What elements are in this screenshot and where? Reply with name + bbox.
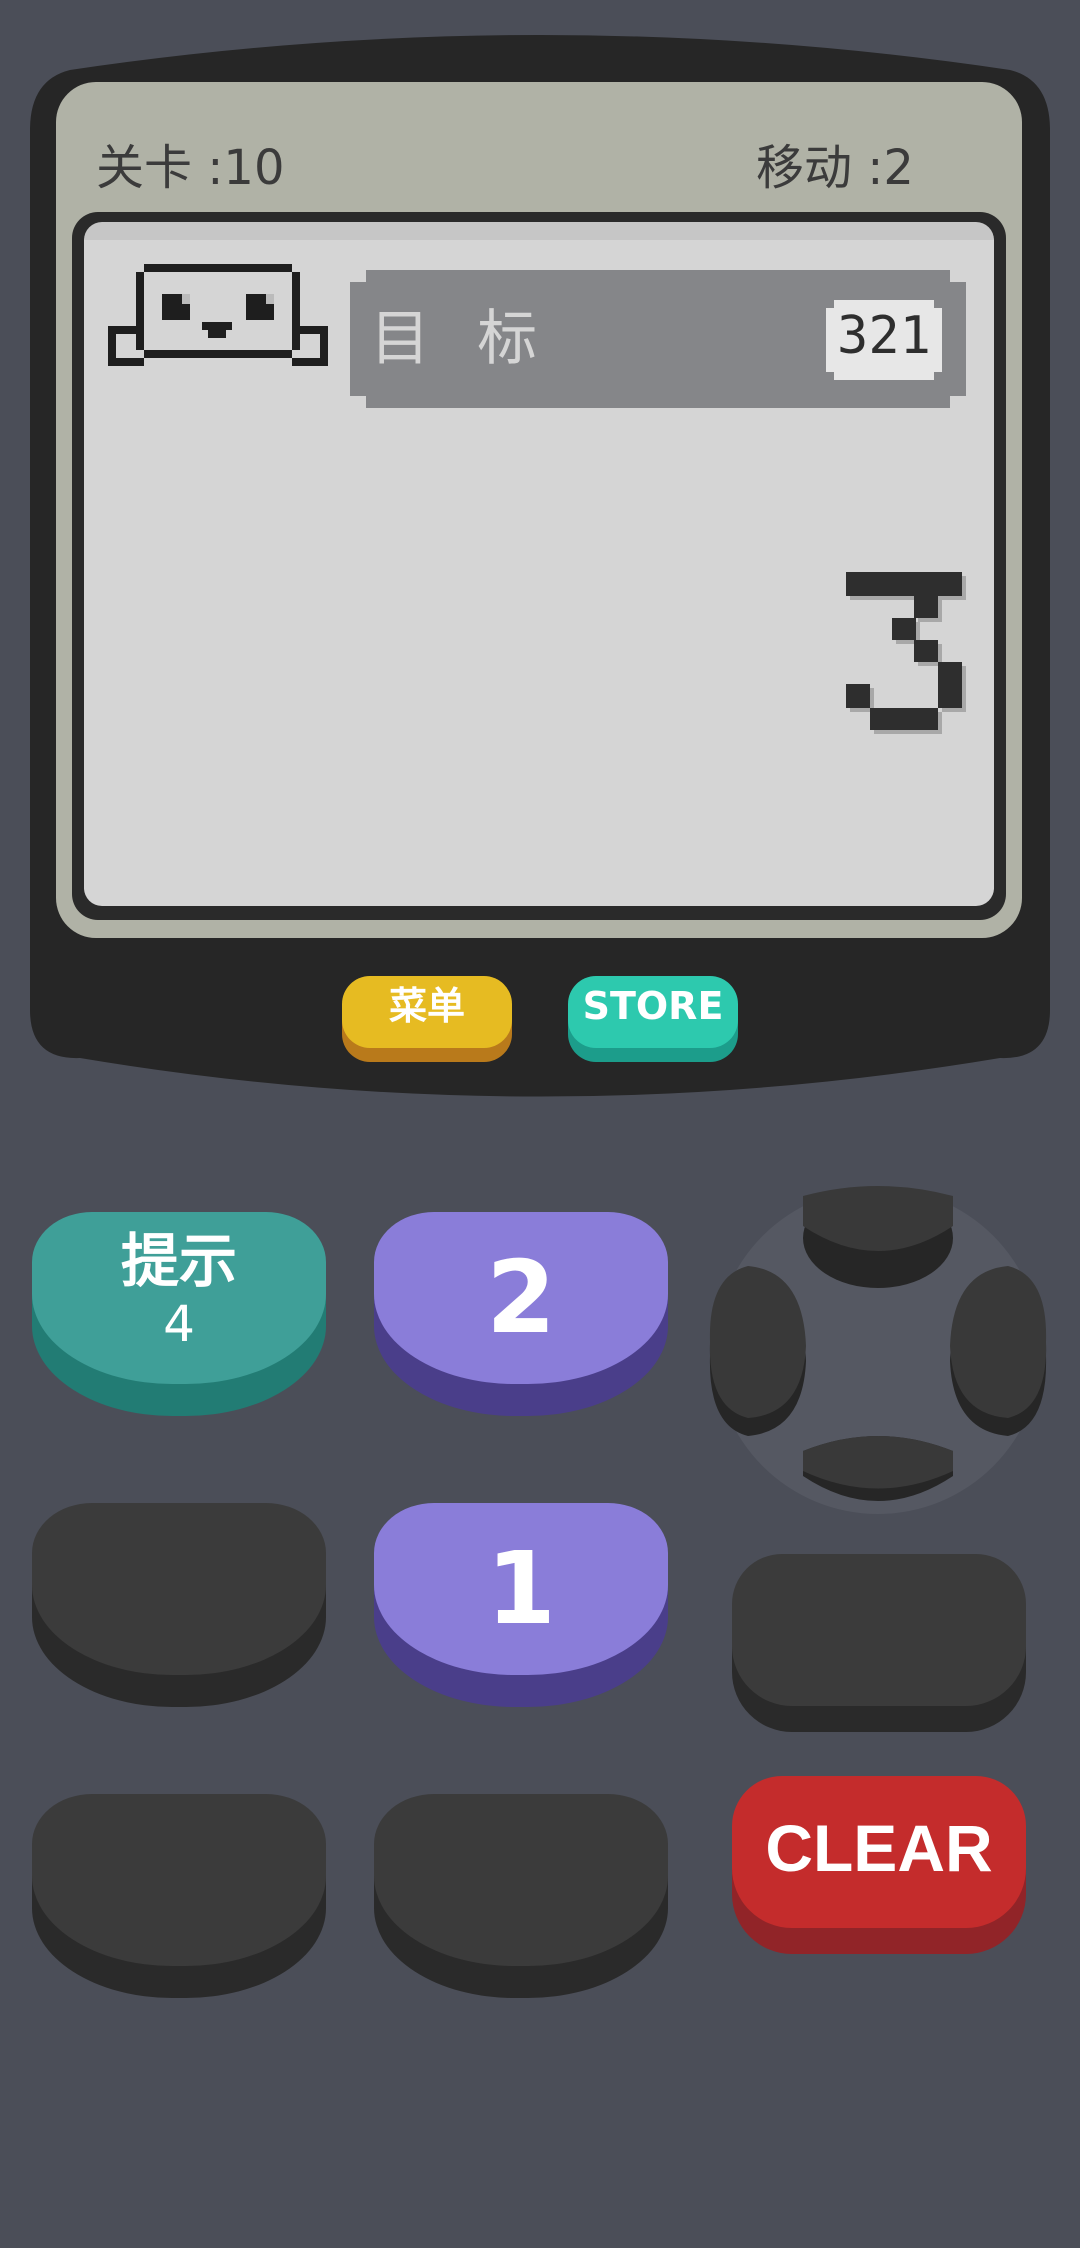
clear-label: CLEAR <box>765 1811 993 1885</box>
moves-indicator: 移动 :2 <box>756 140 914 196</box>
blank-key[interactable] <box>32 1503 326 1675</box>
hint-button[interactable]: 提示 4 <box>32 1212 326 1384</box>
key-label: 1 <box>486 1530 556 1647</box>
dpad-up[interactable] <box>803 1186 953 1288</box>
number-key-1[interactable]: 1 <box>374 1503 668 1675</box>
blank-key[interactable] <box>732 1554 1026 1706</box>
hint-label: 提示 <box>120 1227 237 1295</box>
dpad <box>708 1186 1048 1516</box>
mascot-icon <box>108 264 328 378</box>
number-key-2[interactable]: 2 <box>374 1212 668 1384</box>
dpad-left[interactable] <box>709 1266 806 1436</box>
goal-value: 321 <box>837 306 931 366</box>
blank-key[interactable] <box>374 1794 668 1966</box>
dpad-right[interactable] <box>950 1266 1047 1436</box>
current-value-display: 3 <box>846 572 966 734</box>
blank-key[interactable] <box>32 1794 326 1966</box>
menu-button[interactable]: 菜单 <box>342 976 512 1048</box>
hint-count: 4 <box>163 1295 195 1353</box>
goal-label: 目 标 <box>370 304 552 374</box>
store-button[interactable]: STORE <box>568 976 738 1048</box>
clear-button[interactable]: CLEAR <box>732 1776 1026 1928</box>
level-indicator: 关卡 :10 <box>96 140 285 196</box>
key-label: 2 <box>486 1239 556 1356</box>
